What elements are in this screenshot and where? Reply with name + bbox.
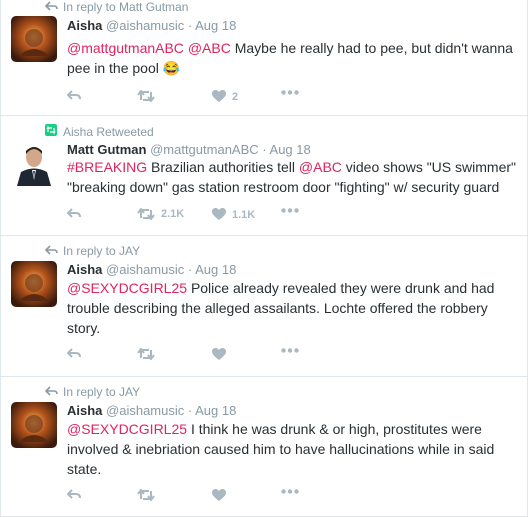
more-button[interactable]: [281, 348, 299, 353]
reply-context-text[interactable]: In reply to JAY: [63, 385, 140, 399]
tweet-actions: [67, 489, 527, 507]
separator-dot: ·: [262, 142, 267, 157]
reply-context[interactable]: In reply to JAY: [44, 244, 140, 258]
tweet-text: @SEXYDCGIRL25 Police already revealed th…: [67, 278, 517, 338]
avatar[interactable]: [11, 140, 57, 186]
reply-button[interactable]: [67, 208, 81, 219]
reply-arrow-icon: [44, 385, 59, 399]
mention-link[interactable]: @mattgutmanABC: [67, 40, 184, 56]
retweet-button[interactable]: [137, 348, 161, 360]
like-button[interactable]: [212, 489, 232, 502]
more-button[interactable]: [281, 208, 299, 213]
avatar[interactable]: [11, 16, 57, 62]
more-dots-icon: [281, 90, 299, 95]
hashtag-link[interactable]: #BREAKING: [67, 159, 147, 175]
more-button[interactable]: [281, 90, 299, 95]
avatar[interactable]: [11, 402, 57, 448]
reply-context-text[interactable]: In reply to Matt Gutman: [63, 0, 188, 14]
retweet-icon: [137, 90, 155, 102]
reply-button[interactable]: [67, 90, 81, 101]
user-handle[interactable]: @mattgutmanABC: [150, 142, 259, 157]
tweet-1[interactable]: In reply to Matt Gutman Aisha @aishamusi…: [0, 0, 528, 116]
separator-dot: ·: [187, 18, 193, 33]
more-button[interactable]: [281, 489, 299, 494]
mention-link[interactable]: @SEXYDCGIRL25: [67, 421, 187, 437]
heart-icon: [212, 489, 226, 501]
tweet-text: #BREAKING Brazilian authorities tell @AB…: [67, 157, 517, 197]
reply-icon: [67, 208, 81, 218]
tweet-text: @mattgutmanABC @ABC Maybe he really had …: [67, 38, 517, 78]
retweet-icon: [137, 348, 155, 360]
retweet-icon: [137, 208, 155, 220]
reply-arrow-icon: [44, 244, 59, 258]
heart-icon: [212, 348, 226, 360]
timestamp[interactable]: Aug 18: [270, 142, 311, 157]
reply-button[interactable]: [67, 489, 81, 500]
retweet-button[interactable]: [137, 90, 161, 102]
reply-context-text[interactable]: In reply to JAY: [63, 244, 140, 258]
like-count: 1.1K: [232, 208, 256, 221]
retweet-context-text[interactable]: Aisha Retweeted: [63, 125, 154, 139]
tweet-header: Aisha @aishamusic · Aug 18: [67, 262, 236, 278]
retweet-icon: [137, 489, 155, 501]
laughing-emoji-icon: 😂: [162, 60, 181, 76]
tweet-text: @SEXYDCGIRL25 I think he was drunk & or …: [67, 419, 517, 479]
display-name[interactable]: Aisha: [67, 403, 102, 418]
retweet-badge-icon: [45, 124, 59, 139]
like-button[interactable]: 2: [212, 90, 238, 103]
display-name[interactable]: Aisha: [67, 262, 102, 277]
timestamp[interactable]: Aug 18: [195, 262, 236, 277]
separator-dot: ·: [187, 262, 193, 277]
reply-icon: [67, 348, 81, 358]
tweet-actions: 2: [67, 90, 527, 108]
reply-context[interactable]: In reply to JAY: [44, 385, 140, 399]
retweet-button[interactable]: 2.1K: [137, 208, 184, 220]
tweet-actions: 2.1K 1.1K: [67, 208, 527, 226]
heart-icon: [212, 208, 226, 220]
user-handle[interactable]: @aishamusic: [106, 262, 184, 277]
timestamp[interactable]: Aug 18: [195, 18, 236, 33]
reply-context[interactable]: In reply to Matt Gutman: [44, 0, 188, 14]
more-dots-icon: [281, 208, 299, 213]
tweet-header: Matt Gutman @mattgutmanABC · Aug 18: [67, 142, 311, 158]
timestamp[interactable]: Aug 18: [195, 403, 236, 418]
user-handle[interactable]: @aishamusic: [106, 18, 184, 33]
reply-button[interactable]: [67, 348, 81, 359]
tweet-body: Brazilian authorities tell: [151, 159, 295, 175]
mention-link[interactable]: @ABC: [188, 40, 231, 56]
tweet-actions: [67, 348, 527, 366]
retweet-count: 2.1K: [161, 208, 185, 220]
like-button[interactable]: 1.1K: [212, 208, 255, 221]
retweet-context[interactable]: Aisha Retweeted: [45, 124, 154, 139]
reply-icon: [67, 489, 81, 499]
reply-arrow-icon: [44, 0, 59, 14]
display-name[interactable]: Aisha: [67, 18, 102, 33]
more-dots-icon: [281, 348, 299, 353]
reply-icon: [67, 90, 81, 100]
mention-link[interactable]: @SEXYDCGIRL25: [67, 280, 187, 296]
user-handle[interactable]: @aishamusic: [106, 403, 184, 418]
tweet-header: Aisha @aishamusic · Aug 18: [67, 18, 236, 34]
tweet-header: Aisha @aishamusic · Aug 18: [67, 403, 236, 419]
avatar[interactable]: [11, 261, 57, 307]
heart-icon: [212, 90, 226, 102]
tweet-4[interactable]: In reply to JAY Aisha @aishamusic · Aug …: [0, 377, 528, 517]
separator-dot: ·: [187, 403, 193, 418]
mention-link[interactable]: @ABC: [299, 159, 342, 175]
like-button[interactable]: [212, 348, 232, 361]
retweet-button[interactable]: [137, 489, 161, 501]
tweet-3[interactable]: In reply to JAY Aisha @aishamusic · Aug …: [0, 236, 528, 377]
tweet-2[interactable]: Aisha Retweeted Matt Gutman @mattgutmanA…: [0, 116, 528, 236]
like-count: 2: [232, 90, 239, 103]
display-name[interactable]: Matt Gutman: [67, 142, 146, 157]
more-dots-icon: [281, 489, 299, 494]
